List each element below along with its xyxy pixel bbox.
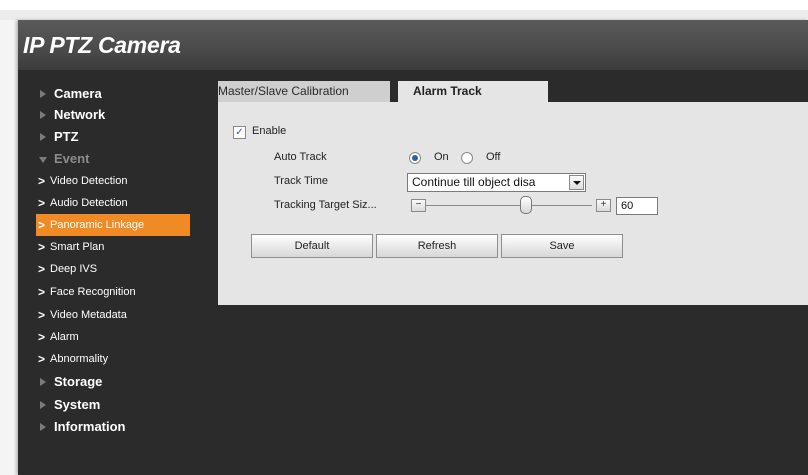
expand-arrow-icon xyxy=(40,111,46,119)
sub-item-smart-plan[interactable]: > Smart Plan xyxy=(18,236,190,258)
nav-item-ptz[interactable]: PTZ xyxy=(18,126,190,148)
sub-item-label: Smart Plan xyxy=(50,241,105,253)
nav-label: Information xyxy=(54,419,126,434)
chevron-right-icon: > xyxy=(38,308,46,322)
nav-item-information[interactable]: Information xyxy=(18,416,190,438)
expand-arrow-icon xyxy=(40,423,46,431)
expand-arrow-icon xyxy=(40,90,46,98)
chevron-right-icon: > xyxy=(38,240,46,254)
nav-item-system[interactable]: System xyxy=(18,394,190,416)
nav-label: Network xyxy=(54,107,106,122)
sub-item-video-metadata[interactable]: > Video Metadata xyxy=(18,304,190,326)
default-button[interactable]: Default xyxy=(251,234,373,258)
sub-item-label: Video Detection xyxy=(50,175,128,187)
app-header: IP PTZ Camera xyxy=(18,20,808,70)
expand-arrow-icon xyxy=(40,378,46,386)
enable-checkbox[interactable]: ✓ xyxy=(233,126,246,139)
sub-item-label: Face Recognition xyxy=(50,286,136,298)
nav-label: Camera xyxy=(54,86,102,101)
sub-item-face-recognition[interactable]: > Face Recognition xyxy=(18,281,190,303)
nav-item-camera[interactable]: Camera xyxy=(18,83,190,105)
app-title: IP PTZ Camera xyxy=(23,32,181,58)
target-size-label: Tracking Target Siz... xyxy=(274,199,377,211)
tab-master-slave-calibration[interactable]: Master/Slave Calibration xyxy=(218,81,390,102)
chevron-right-icon: > xyxy=(38,330,46,344)
chevron-right-icon: > xyxy=(38,262,46,276)
content-panel xyxy=(218,80,808,305)
nav-label: Event xyxy=(54,151,90,166)
chevron-right-icon: > xyxy=(38,218,46,232)
save-button[interactable]: Save xyxy=(501,234,623,258)
track-time-select[interactable]: Continue till object disa xyxy=(407,173,586,192)
auto-track-on-radio[interactable] xyxy=(409,152,421,164)
slider-track[interactable] xyxy=(426,205,592,206)
chevron-right-icon: > xyxy=(38,285,46,299)
sub-item-video-detection[interactable]: > Video Detection xyxy=(18,170,190,192)
sub-item-label: Deep IVS xyxy=(50,263,98,275)
target-size-input[interactable]: 60 xyxy=(616,197,658,215)
nav-item-event[interactable]: Event xyxy=(18,148,190,170)
sub-item-label: Abnormality xyxy=(50,353,109,365)
chevron-right-icon: > xyxy=(38,352,46,366)
auto-track-label: Auto Track xyxy=(274,151,327,163)
sub-item-audio-detection[interactable]: > Audio Detection xyxy=(18,192,190,214)
minus-button[interactable]: − xyxy=(411,199,426,212)
expand-arrow-icon xyxy=(40,401,46,409)
sub-item-label: Audio Detection xyxy=(50,197,128,209)
sub-item-label: Video Metadata xyxy=(50,309,127,321)
slider-thumb[interactable] xyxy=(519,196,532,214)
auto-track-off-radio[interactable] xyxy=(461,152,473,164)
sub-item-deep-ivs[interactable]: > Deep IVS xyxy=(18,258,190,280)
sub-item-label: Alarm xyxy=(50,331,79,343)
collapse-arrow-icon xyxy=(39,157,47,163)
chevron-right-icon: > xyxy=(38,196,46,210)
auto-track-off-label: Off xyxy=(486,151,501,163)
nav-label: Storage xyxy=(54,374,103,389)
nav-item-network[interactable]: Network xyxy=(18,104,190,126)
plus-button[interactable]: + xyxy=(596,199,611,212)
nav-label: PTZ xyxy=(54,129,79,144)
refresh-button[interactable]: Refresh xyxy=(376,234,498,258)
track-time-label: Track Time xyxy=(274,175,328,187)
track-time-value: Continue till object disa xyxy=(412,175,536,189)
sub-item-abnormality[interactable]: > Abnormality xyxy=(18,348,190,370)
nav-label: System xyxy=(54,397,101,412)
dropdown-arrow-icon[interactable] xyxy=(569,175,584,190)
expand-arrow-icon xyxy=(40,133,46,141)
enable-label: Enable xyxy=(252,125,287,137)
sub-item-label: Panoramic Linkage xyxy=(50,219,145,231)
tab-alarm-track[interactable]: Alarm Track xyxy=(398,81,548,102)
sub-item-alarm[interactable]: > Alarm xyxy=(18,326,190,348)
auto-track-on-label: On xyxy=(434,151,449,163)
nav-item-storage[interactable]: Storage xyxy=(18,371,190,393)
tab-bar: Master/Slave Calibration Alarm Track xyxy=(218,80,808,102)
sub-item-panoramic-linkage[interactable]: > Panoramic Linkage xyxy=(36,214,190,236)
chevron-right-icon: > xyxy=(38,174,46,188)
